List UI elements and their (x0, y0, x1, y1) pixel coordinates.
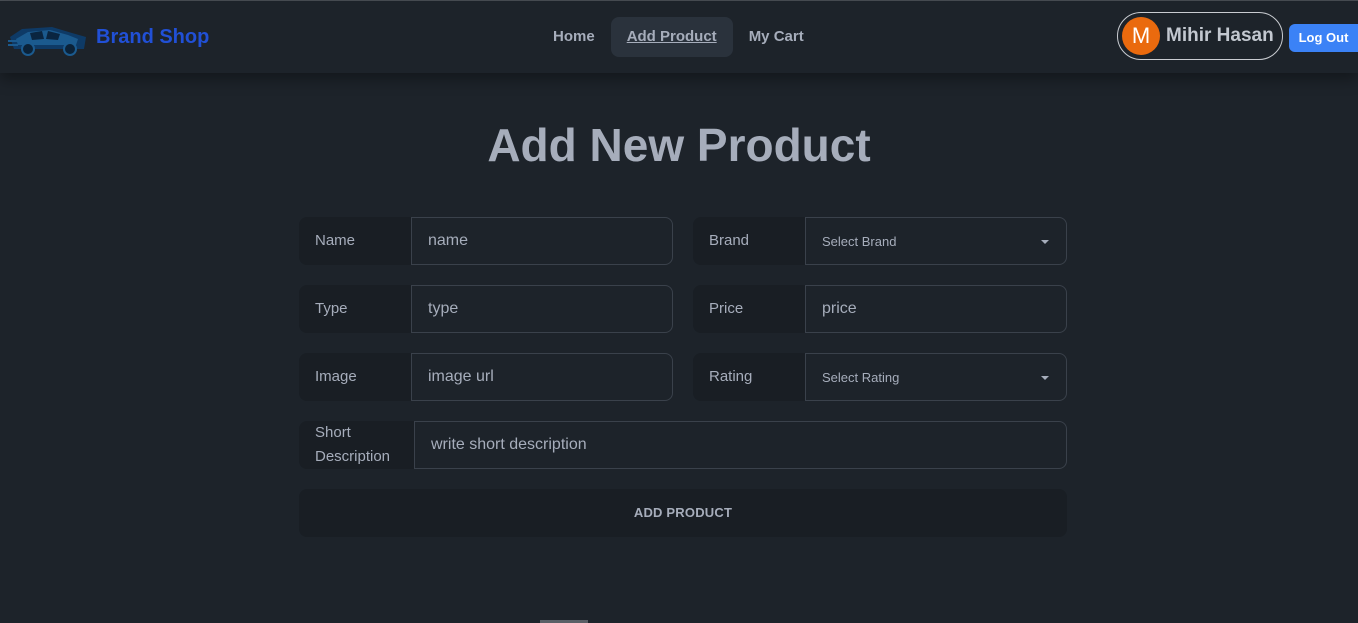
price-field: Price (693, 285, 1067, 333)
chevron-down-icon (1041, 376, 1049, 380)
name-label: Name (299, 217, 411, 265)
rating-select[interactable]: Select Rating (805, 353, 1067, 401)
nav-item-home[interactable]: Home (537, 17, 611, 57)
brand-select[interactable]: Select Brand (805, 217, 1067, 265)
brand-name[interactable]: Brand Shop (96, 26, 209, 49)
price-label: Price (693, 285, 805, 333)
car-logo-icon (8, 27, 86, 56)
short-description-label: Short Description (299, 421, 414, 469)
image-field: Image (299, 353, 673, 401)
price-input[interactable] (805, 285, 1067, 333)
avatar: M (1122, 17, 1160, 55)
brand-field: Brand Select Brand (693, 217, 1067, 265)
rating-field: Rating Select Rating (693, 353, 1067, 401)
brand[interactable]: Brand Shop (8, 15, 209, 59)
image-input[interactable] (411, 353, 673, 401)
type-field: Type (299, 285, 673, 333)
navbar: Brand Shop Home Add Product My Cart M Mi… (0, 1, 1358, 73)
name-input[interactable] (411, 217, 673, 265)
rating-select-value: Select Rating (822, 369, 900, 385)
brand-select-value: Select Brand (822, 233, 897, 249)
main-menu: Home Add Product My Cart (537, 17, 820, 57)
type-label: Type (299, 285, 411, 333)
rating-label: Rating (693, 353, 805, 401)
user-name: Mihir Hasan (1166, 25, 1274, 46)
short-description-input[interactable] (414, 421, 1067, 469)
nav-item-add-product[interactable]: Add Product (610, 17, 733, 57)
image-label: Image (299, 353, 411, 401)
nav-item-my-cart[interactable]: My Cart (733, 17, 820, 57)
short-description-field: Short Description (299, 421, 1067, 469)
type-input[interactable] (411, 285, 673, 333)
chevron-down-icon (1041, 240, 1049, 244)
logout-button[interactable]: Log Out (1289, 24, 1358, 52)
user-profile[interactable]: M Mihir Hasan (1117, 12, 1283, 60)
page-title: Add New Product (487, 119, 871, 171)
add-product-button[interactable]: ADD PRODUCT (299, 489, 1067, 537)
brand-label: Brand (693, 217, 805, 265)
name-field: Name (299, 217, 673, 265)
